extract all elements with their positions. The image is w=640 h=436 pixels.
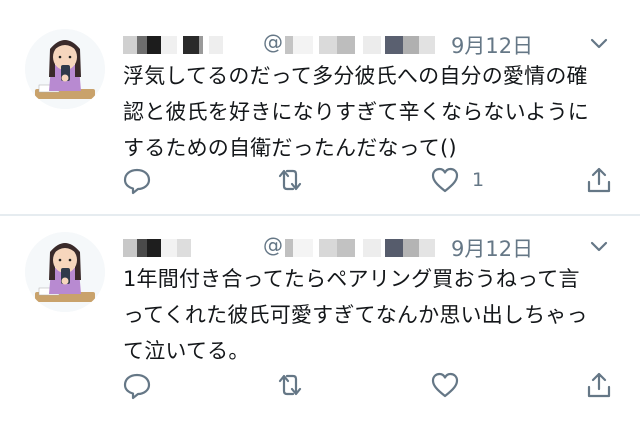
avatar[interactable] [25, 29, 105, 109]
tweet[interactable]: @ 9月12日 浮気してるのだって多分彼氏への自分の愛情の確 認と彼氏を好きにな… [0, 0, 640, 215]
handle-redacted[interactable] [285, 239, 455, 257]
like-count: 1 [472, 169, 485, 191]
share-icon[interactable] [584, 370, 614, 400]
tweet-text: 浮気してるのだって多分彼氏への自分の愛情の確 認と彼氏を好きになりすぎて辛くなら… [123, 64, 589, 160]
at-symbol: @ [263, 233, 283, 257]
heart-icon[interactable] [430, 370, 460, 400]
retweet-icon[interactable] [275, 370, 305, 400]
display-name-redacted[interactable] [123, 239, 263, 257]
tweet-text: 1年間付き合ってたらペアリング買おうねって言 ってくれた彼氏可愛すぎてなんか思い… [123, 267, 588, 363]
avatar-illustration [25, 232, 105, 312]
tweet-header: @ 9月12日 [123, 233, 618, 263]
chevron-down-icon[interactable] [588, 33, 610, 53]
tweet-date[interactable]: 9月12日 [451, 30, 533, 60]
avatar-illustration [25, 29, 105, 109]
display-name-redacted[interactable] [123, 36, 263, 54]
tweet-date[interactable]: 9月12日 [451, 233, 533, 263]
reply-icon[interactable] [122, 370, 152, 400]
share-icon[interactable] [584, 165, 614, 195]
reply-icon[interactable] [122, 165, 152, 195]
heart-icon[interactable] [430, 165, 460, 195]
chevron-down-icon[interactable] [588, 236, 610, 256]
at-symbol: @ [263, 30, 283, 54]
retweet-icon[interactable] [275, 165, 305, 195]
avatar[interactable] [25, 232, 105, 312]
tweet-actions: 1 [0, 165, 640, 205]
tweet[interactable]: @ 9月12日 1年間付き合ってたらペアリング買おうねって言 ってくれた彼氏可愛… [0, 215, 640, 436]
tweet-actions [0, 370, 640, 410]
tweet-header: @ 9月12日 [123, 30, 618, 60]
handle-redacted[interactable] [285, 36, 455, 54]
